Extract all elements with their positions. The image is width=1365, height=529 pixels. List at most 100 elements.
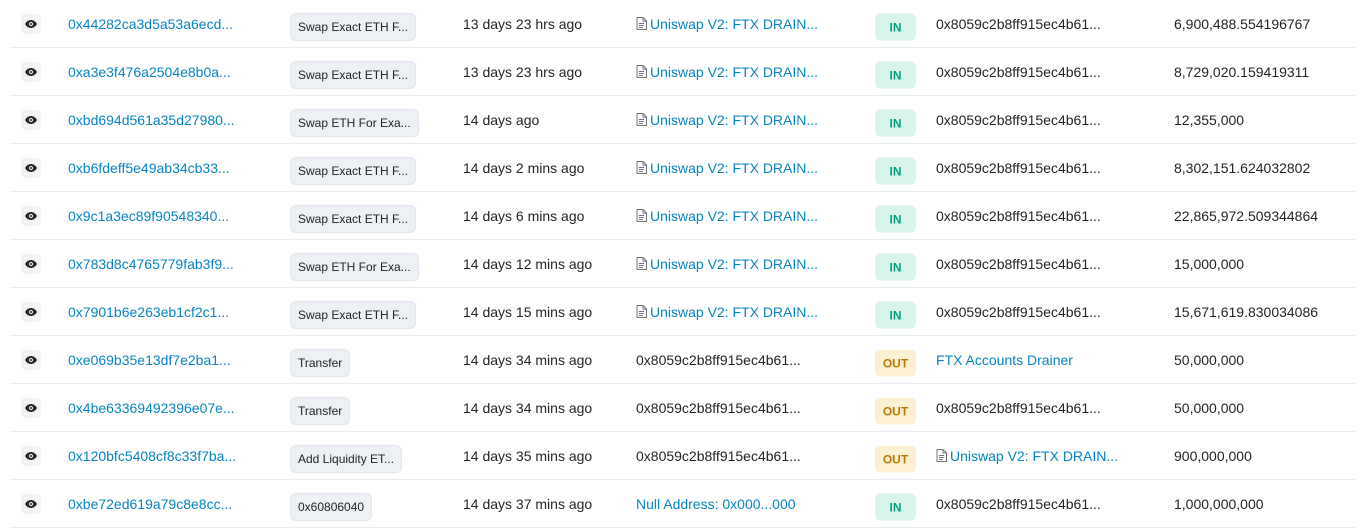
from-address-text[interactable]: Uniswap V2: FTX DRAIN...: [650, 304, 818, 320]
preview-button[interactable]: [21, 493, 41, 514]
preview-button[interactable]: [21, 157, 41, 178]
direction-badge: IN: [875, 109, 916, 137]
table-row: 0x7901b6e263eb1cf2c1... Swap Exact ETH F…: [10, 288, 1355, 336]
eye-icon: [25, 403, 37, 412]
method-badge[interactable]: Swap Exact ETH F...: [290, 157, 417, 185]
from-address[interactable]: Uniswap V2: FTX DRAIN...: [636, 208, 818, 224]
direction-badge: IN: [875, 157, 916, 185]
to-address: 0x8059c2b8ff915ec4b61...: [936, 112, 1101, 128]
txn-age: 14 days 15 mins ago: [463, 303, 593, 320]
preview-button[interactable]: [21, 109, 41, 130]
from-address: 0x8059c2b8ff915ec4b61...: [636, 448, 801, 464]
to-address-text: 0x8059c2b8ff915ec4b61...: [936, 495, 1101, 512]
to-address-text: 0x8059c2b8ff915ec4b61...: [936, 159, 1101, 176]
from-address[interactable]: Uniswap V2: FTX DRAIN...: [636, 256, 818, 272]
txn-hash-link[interactable]: 0x7901b6e263eb1cf2c1...: [68, 304, 229, 320]
from-address-text[interactable]: Uniswap V2: FTX DRAIN...: [650, 160, 818, 176]
from-address[interactable]: Uniswap V2: FTX DRAIN...: [636, 16, 818, 32]
from-address-text: 0x8059c2b8ff915ec4b61...: [636, 351, 801, 368]
from-address[interactable]: Uniswap V2: FTX DRAIN...: [636, 64, 818, 80]
method-badge[interactable]: Swap Exact ETH F...: [290, 301, 417, 329]
to-address-text: 0x8059c2b8ff915ec4b61...: [936, 303, 1101, 320]
to-address: 0x8059c2b8ff915ec4b61...: [936, 256, 1101, 272]
from-address[interactable]: Uniswap V2: FTX DRAIN...: [636, 304, 818, 320]
to-address-text: 0x8059c2b8ff915ec4b61...: [936, 63, 1101, 80]
method-badge[interactable]: Transfer: [290, 397, 351, 425]
table-row: 0x4be63369492396e07e... Transfer 14 days…: [10, 384, 1355, 432]
contract-icon: [636, 113, 647, 126]
contract-icon: [636, 65, 647, 78]
from-address-text[interactable]: Uniswap V2: FTX DRAIN...: [650, 208, 818, 224]
txn-age: 14 days 2 mins ago: [463, 159, 585, 176]
from-address-text[interactable]: Null Address: 0x000...000: [636, 496, 796, 512]
token-quantity: 900,000,000: [1174, 447, 1252, 464]
to-address[interactable]: FTX Accounts Drainer: [936, 352, 1073, 368]
to-address: 0x8059c2b8ff915ec4b61...: [936, 496, 1101, 512]
txn-hash-link[interactable]: 0x783d8c4765779fab3f9...: [68, 256, 234, 272]
preview-button[interactable]: [21, 13, 41, 34]
eye-icon: [25, 307, 37, 316]
to-address[interactable]: Uniswap V2: FTX DRAIN...: [936, 448, 1118, 464]
to-address-text[interactable]: FTX Accounts Drainer: [936, 352, 1073, 368]
preview-button[interactable]: [21, 205, 41, 226]
table-row: 0xbd694d561a35d27980... Swap ETH For Exa…: [10, 96, 1355, 144]
contract-icon: [936, 449, 947, 462]
direction-badge: IN: [875, 493, 916, 521]
txn-age: 14 days 6 mins ago: [463, 207, 585, 224]
contract-icon: [636, 209, 647, 222]
from-address-text[interactable]: Uniswap V2: FTX DRAIN...: [650, 64, 818, 80]
preview-button[interactable]: [21, 445, 41, 466]
from-address[interactable]: Uniswap V2: FTX DRAIN...: [636, 160, 818, 176]
table-row: 0x9c1a3ec89f90548340... Swap Exact ETH F…: [10, 192, 1355, 240]
method-badge[interactable]: Swap ETH For Exa...: [290, 109, 419, 137]
preview-button[interactable]: [21, 397, 41, 418]
contract-icon: [636, 257, 647, 270]
direction-badge: OUT: [875, 349, 916, 377]
txn-hash-link[interactable]: 0xbe72ed619a79c8e8cc...: [68, 496, 232, 512]
txn-hash-link[interactable]: 0xb6fdeff5e49ab34cb33...: [68, 160, 230, 176]
txn-hash-link[interactable]: 0x120bfc5408cf8c33f7ba...: [68, 448, 236, 464]
method-badge[interactable]: Swap Exact ETH F...: [290, 61, 417, 89]
preview-button[interactable]: [21, 301, 41, 322]
method-badge[interactable]: 0x60806040: [290, 493, 373, 521]
transactions-table: 0x44282ca3d5a53a6ecd... Swap Exact ETH F…: [10, 0, 1355, 528]
method-badge[interactable]: Swap Exact ETH F...: [290, 205, 417, 233]
to-address-text: 0x8059c2b8ff915ec4b61...: [936, 207, 1101, 224]
token-quantity: 8,729,020.159419311: [1174, 63, 1310, 80]
method-badge[interactable]: Swap Exact ETH F...: [290, 13, 417, 41]
token-quantity: 50,000,000: [1174, 399, 1245, 416]
txn-hash-link[interactable]: 0xa3e3f476a2504e8b0a...: [68, 64, 231, 80]
preview-button[interactable]: [21, 253, 41, 274]
method-badge[interactable]: Transfer: [290, 349, 351, 377]
table-row: 0xbe72ed619a79c8e8cc... 0x60806040 14 da…: [10, 480, 1355, 528]
txn-hash-link[interactable]: 0xe069b35e13df7e2ba1...: [68, 352, 231, 368]
method-badge[interactable]: Swap ETH For Exa...: [290, 253, 419, 281]
txn-hash-link[interactable]: 0x4be63369492396e07e...: [68, 400, 235, 416]
preview-button[interactable]: [21, 349, 41, 370]
from-address: 0x8059c2b8ff915ec4b61...: [636, 400, 801, 416]
txn-hash-link[interactable]: 0x44282ca3d5a53a6ecd...: [68, 16, 233, 32]
txn-age: 13 days 23 hrs ago: [463, 15, 583, 32]
direction-badge: IN: [875, 301, 916, 329]
txn-hash-link[interactable]: 0x9c1a3ec89f90548340...: [68, 208, 229, 224]
txn-age: 14 days 34 mins ago: [463, 399, 593, 416]
eye-icon: [25, 259, 37, 268]
txn-hash-link[interactable]: 0xbd694d561a35d27980...: [68, 112, 235, 128]
eye-icon: [25, 499, 37, 508]
preview-button[interactable]: [21, 61, 41, 82]
from-address[interactable]: Uniswap V2: FTX DRAIN...: [636, 112, 818, 128]
from-address-text[interactable]: Uniswap V2: FTX DRAIN...: [650, 16, 818, 32]
contract-icon: [636, 17, 647, 30]
table-row: 0xe069b35e13df7e2ba1... Transfer 14 days…: [10, 336, 1355, 384]
table-row: 0x783d8c4765779fab3f9... Swap ETH For Ex…: [10, 240, 1355, 288]
to-address-text[interactable]: Uniswap V2: FTX DRAIN...: [950, 448, 1118, 464]
from-address[interactable]: Null Address: 0x000...000: [636, 496, 796, 512]
method-badge[interactable]: Add Liquidity ET...: [290, 445, 403, 473]
eye-icon: [25, 211, 37, 220]
from-address-text[interactable]: Uniswap V2: FTX DRAIN...: [650, 112, 818, 128]
token-quantity: 6,900,488.554196767: [1174, 15, 1311, 32]
table-row: 0xb6fdeff5e49ab34cb33... Swap Exact ETH …: [10, 144, 1355, 192]
txn-age: 14 days 34 mins ago: [463, 351, 593, 368]
to-address-text: 0x8059c2b8ff915ec4b61...: [936, 111, 1101, 128]
from-address-text[interactable]: Uniswap V2: FTX DRAIN...: [650, 256, 818, 272]
